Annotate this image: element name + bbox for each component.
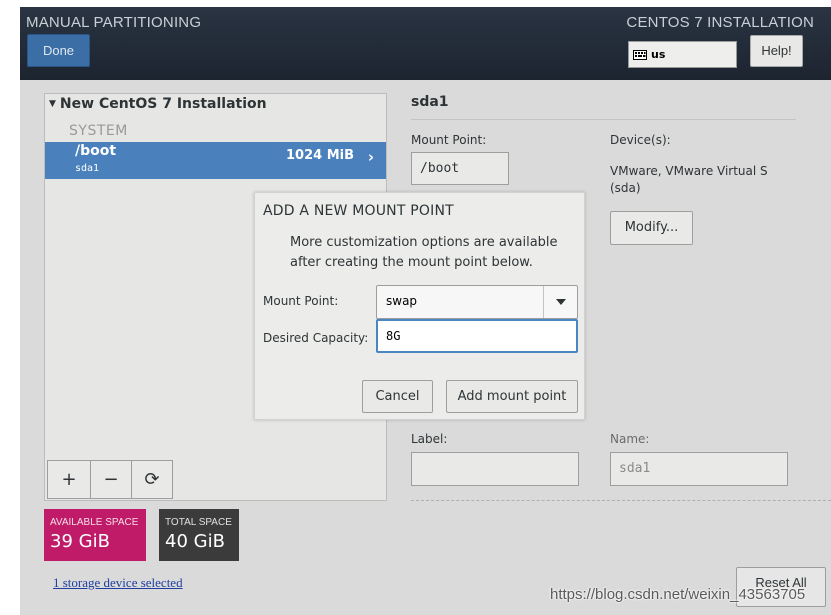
available-space-label: AVAILABLE SPACE [50,517,139,528]
watermark-url: https://blog.csdn.net/weixin_43563705 [550,586,806,603]
combobox-dropdown-button[interactable] [544,286,577,318]
section-divider [411,500,831,501]
mount-point-size: 1024 MiB [285,148,354,163]
mount-point-label: Mount Point: [411,133,487,147]
chevron-right-icon: › [367,148,374,166]
mount-point-name: /boot [75,143,117,159]
title-divider [411,119,796,120]
add-mount-point-button[interactable]: + [47,460,91,499]
remove-mount-point-button[interactable]: − [90,460,132,499]
available-space-value: 39 GiB [50,531,110,552]
mount-point-device: sda1 [75,163,100,174]
total-space-box: TOTAL SPACE 40 GiB [159,509,239,561]
chevron-down-icon [555,299,566,305]
desired-capacity-label: Desired Capacity: [263,331,369,345]
mount-point-combobox[interactable]: swap [376,285,578,319]
dialog-mount-point-label: Mount Point: [263,294,339,308]
add-mount-point-button-confirm[interactable]: Add mount point [446,380,578,413]
cancel-button[interactable]: Cancel [362,380,433,413]
modify-button[interactable]: Modify... [610,211,693,245]
dialog-title: ADD A NEW MOUNT POINT [263,203,454,219]
product-title: CENTOS 7 INSTALLATION [626,14,814,31]
selected-device-title: sda1 [411,94,449,110]
installation-tree-title: New CentOS 7 Installation [59,96,267,112]
done-button[interactable]: Done [27,34,90,67]
dialog-description: More customization options are available… [290,235,558,270]
system-section-label: SYSTEM [69,123,128,139]
installation-tree-header[interactable]: ▼ New CentOS 7 Installation [49,96,267,112]
total-space-value: 40 GiB [165,531,225,552]
name-field-label: Name: [610,432,650,446]
label-field-label: Label: [411,432,448,446]
help-button[interactable]: Help! [750,35,803,67]
keyboard-layout-indicator[interactable]: us [628,41,737,68]
expand-triangle-icon: ▼ [49,99,56,109]
devices-label: Device(s): [610,133,671,147]
keyboard-layout-label: us [651,48,666,61]
storage-devices-link[interactable]: 1 storage device selected [53,575,183,591]
desired-capacity-input[interactable]: 8G [376,319,578,353]
mount-point-row-boot[interactable]: /boot sda1 1024 MiB › [45,142,386,179]
page-title: MANUAL PARTITIONING [26,14,202,31]
keyboard-icon [633,49,647,60]
name-field[interactable]: sda1 [610,452,788,486]
device-description: VMware, VMware Virtual S (sda) [610,164,768,195]
refresh-button[interactable]: ⟳ [131,460,173,499]
label-field[interactable] [411,452,579,486]
total-space-label: TOTAL SPACE [165,517,232,528]
header-bar: MANUAL PARTITIONING CENTOS 7 INSTALLATIO… [20,7,831,80]
mount-point-field[interactable]: /boot [411,152,509,185]
add-mount-point-dialog: ADD A NEW MOUNT POINT More customization… [254,192,585,420]
available-space-box: AVAILABLE SPACE 39 GiB [44,509,146,561]
mount-point-combobox-value: swap [386,294,418,308]
